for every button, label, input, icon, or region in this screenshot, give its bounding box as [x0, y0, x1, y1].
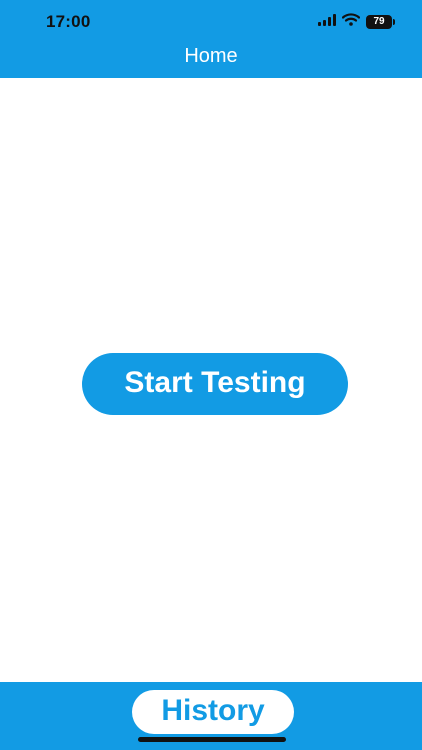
cellular-signal-icon — [318, 13, 336, 31]
history-button[interactable]: History — [132, 690, 294, 734]
wifi-icon — [341, 13, 361, 31]
page-title: Home — [184, 45, 238, 67]
status-bar: 17:00 79 — [0, 0, 422, 44]
battery-level: 79 — [373, 16, 385, 27]
top-bar: 17:00 79 Home — [0, 0, 422, 78]
status-icons: 79 — [318, 13, 395, 31]
start-testing-button[interactable]: Start Testing — [82, 353, 348, 415]
main-content: Start Testing — [0, 78, 422, 682]
status-time: 17:00 — [46, 12, 91, 31]
home-indicator — [138, 737, 286, 742]
bottom-bar: History — [0, 682, 422, 750]
battery-icon: 79 — [366, 15, 395, 29]
